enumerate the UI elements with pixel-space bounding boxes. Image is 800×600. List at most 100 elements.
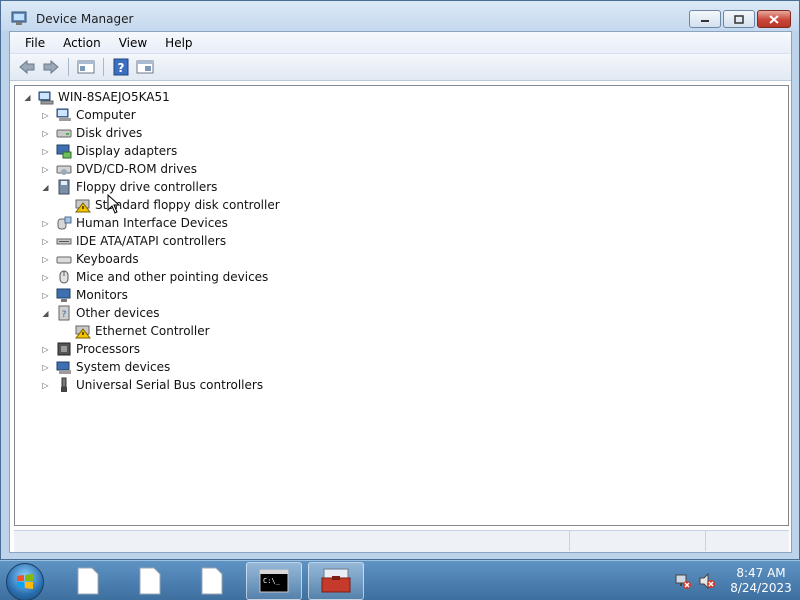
tree-category-item[interactable]: ▷ Keyboards: [41, 250, 138, 268]
expand-icon[interactable]: ▷: [41, 111, 50, 120]
back-button[interactable]: [16, 56, 38, 78]
taskbar-app-device-manager[interactable]: [308, 562, 364, 600]
clock-date: 8/24/2023: [730, 581, 792, 595]
tree-category-item[interactable]: ◢? Other devices: [41, 304, 160, 322]
taskbar: C:\_ 8:47 AM 8/24/2023: [0, 560, 800, 600]
monitor-icon: [56, 288, 71, 302]
dvd-drive-icon: [56, 165, 72, 175]
toolbar-separator: [103, 58, 104, 76]
menu-view[interactable]: View: [110, 33, 156, 53]
expand-icon[interactable]: ▷: [41, 147, 50, 156]
help-button[interactable]: ?: [110, 56, 132, 78]
collapse-icon[interactable]: ◢: [41, 309, 50, 318]
collapse-icon[interactable]: ◢: [41, 183, 50, 192]
device-tree[interactable]: ◢ WIN-8SAEJO5KA51 ▷ Computer ▷ Disk drives ▷…: [14, 85, 789, 526]
forward-button[interactable]: [40, 56, 62, 78]
menu-help[interactable]: Help: [156, 33, 201, 53]
properties-button[interactable]: [75, 56, 97, 78]
menu-file[interactable]: File: [16, 33, 54, 53]
expand-icon[interactable]: ▷: [41, 219, 50, 228]
mouse-icon: [59, 270, 69, 284]
tree-category-item[interactable]: ▷ Monitors: [41, 286, 128, 304]
taskbar-app-document[interactable]: [122, 562, 178, 600]
mouse-cursor: [107, 194, 121, 214]
network-icon[interactable]: [674, 572, 692, 590]
close-icon: [769, 14, 779, 24]
clock-time: 8:47 AM: [736, 566, 786, 580]
back-icon: [19, 60, 35, 74]
close-button[interactable]: [757, 10, 791, 28]
tree-item-label: Processors: [76, 342, 141, 356]
warning-device-icon: [75, 199, 91, 213]
toolbar-separator: [68, 58, 69, 76]
volume-muted-icon[interactable]: [698, 572, 716, 590]
maximize-button[interactable]: [723, 10, 755, 28]
minimize-button[interactable]: [689, 10, 721, 28]
title-bar[interactable]: Device Manager: [1, 1, 799, 31]
system-tray: 8:47 AM 8/24/2023: [674, 561, 800, 600]
collapse-icon[interactable]: ◢: [23, 93, 32, 102]
tree-item-label: Other devices: [76, 306, 160, 320]
tree-item-label: Ethernet Controller: [95, 324, 210, 338]
tree-category-item[interactable]: ▷ System devices: [41, 358, 170, 376]
tree-item-label: Display adapters: [76, 144, 178, 158]
status-bar: [14, 530, 789, 552]
expand-icon[interactable]: ▷: [41, 255, 50, 264]
tree-item-label: Floppy drive controllers: [76, 180, 218, 194]
tree-category-item[interactable]: ▷ DVD/CD-ROM drives: [41, 160, 197, 178]
tree-category-item[interactable]: ▷ Mice and other pointing devices: [41, 268, 268, 286]
document-icon: [201, 567, 223, 595]
tree-root[interactable]: ◢ WIN-8SAEJO5KA51: [23, 88, 170, 106]
tree-category-item[interactable]: ▷ Human Interface Devices: [41, 214, 228, 232]
floppy-controller-icon: [58, 179, 70, 195]
ide-controller-icon: [56, 238, 72, 245]
device-manager-window: Device Manager File Action View Help ? ◢…: [0, 0, 800, 560]
expand-icon[interactable]: ▷: [41, 345, 50, 354]
expand-icon[interactable]: ▷: [41, 165, 50, 174]
tree-device-item[interactable]: Ethernet Controller: [75, 322, 210, 340]
minimize-icon: [701, 20, 709, 22]
window-title: Device Manager: [36, 12, 134, 26]
tree-category-item[interactable]: ▷ Universal Serial Bus controllers: [41, 376, 263, 394]
tree-item-label: Disk drives: [76, 126, 143, 140]
document-icon: [139, 567, 161, 595]
client-area: File Action View Help ? ◢ WIN-8SAEJO5KA5…: [9, 31, 792, 553]
display-adapter-icon: [56, 144, 72, 159]
tree-device-item[interactable]: Standard floppy disk controller: [75, 196, 280, 214]
expand-icon[interactable]: ▷: [41, 237, 50, 246]
tree-category-item[interactable]: ▷ IDE ATA/ATAPI controllers: [41, 232, 226, 250]
usb-icon: [61, 377, 67, 392]
device-manager-icon: [11, 11, 27, 25]
tree-category-item[interactable]: ▷ Disk drives: [41, 124, 142, 142]
warning-device-icon: [75, 325, 91, 339]
start-button[interactable]: [6, 563, 44, 600]
taskbar-app-cmd[interactable]: C:\_: [246, 562, 302, 600]
tree-category-item[interactable]: ▷ Computer: [41, 106, 136, 124]
tree-category-item[interactable]: ◢ Floppy drive controllers: [41, 178, 217, 196]
menu-action[interactable]: Action: [54, 33, 110, 53]
clock[interactable]: 8:47 AM 8/24/2023: [722, 566, 800, 596]
tree-item-label: Computer: [76, 108, 136, 122]
expand-icon[interactable]: ▷: [41, 129, 50, 138]
tree-item-label: Human Interface Devices: [76, 216, 228, 230]
show-hide-console-tree-button[interactable]: [134, 56, 156, 78]
tree-category-item[interactable]: ▷ Display adapters: [41, 142, 177, 160]
expand-icon[interactable]: ▷: [41, 273, 50, 282]
system-devices-icon: [56, 361, 71, 374]
expand-icon[interactable]: ▷: [41, 291, 50, 300]
status-pane: [570, 531, 706, 551]
expand-icon[interactable]: ▷: [41, 381, 50, 390]
document-icon: [77, 567, 99, 595]
tree-item-label: Monitors: [76, 288, 128, 302]
taskbar-app-document[interactable]: [60, 562, 116, 600]
taskbar-app-document[interactable]: [184, 562, 240, 600]
forward-icon: [43, 60, 59, 74]
status-pane: [14, 531, 570, 551]
show-hide-console-tree-icon: [136, 60, 154, 74]
keyboard-icon: [56, 256, 72, 264]
expand-icon[interactable]: ▷: [41, 363, 50, 372]
other-devices-icon: ?: [58, 305, 70, 321]
tree-category-item[interactable]: ▷ Processors: [41, 340, 140, 358]
svg-text:C:\_: C:\_: [263, 577, 281, 585]
tree-item-label: Standard floppy disk controller: [95, 198, 280, 212]
